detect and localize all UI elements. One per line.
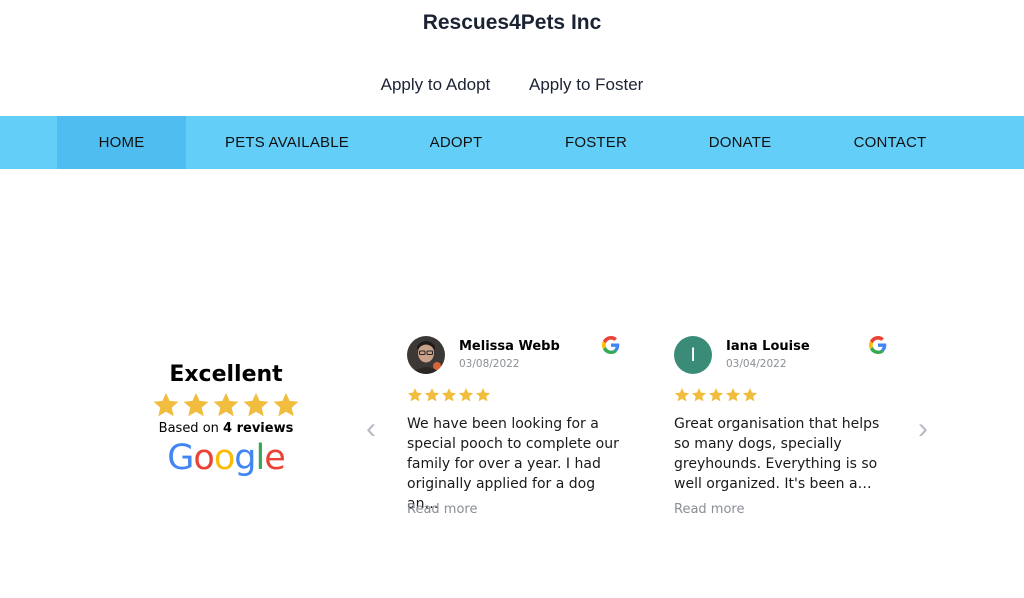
star-icon	[725, 388, 741, 402]
carousel-prev-icon[interactable]: ‹	[361, 414, 381, 444]
read-more-link[interactable]: Read more	[674, 502, 744, 517]
star-icon	[407, 388, 423, 402]
star-icon	[273, 392, 299, 417]
nav-home[interactable]: HOME	[57, 116, 186, 169]
review-date: 03/04/2022	[726, 358, 787, 370]
star-icon	[742, 388, 758, 402]
review-text: Great organisation that helps so many do…	[674, 416, 880, 492]
review-stars	[407, 387, 491, 403]
google-g-icon	[602, 336, 620, 354]
nav-contact[interactable]: CONTACT	[836, 116, 944, 169]
review-text: We have been looking for a special pooch…	[407, 416, 619, 512]
star-icon	[183, 392, 209, 417]
avatar	[407, 336, 445, 374]
star-icon	[243, 392, 269, 417]
based-on-text: Based on 4 reviews	[158, 421, 294, 436]
google-g-icon	[869, 336, 887, 354]
carousel-next-icon[interactable]: ›	[913, 414, 933, 444]
star-icon	[708, 388, 724, 402]
star-icon	[674, 388, 690, 402]
star-icon	[458, 388, 474, 402]
review-card: I Iana Louise 03/04/2022 Great organisat…	[674, 334, 894, 524]
review-stars	[674, 387, 758, 403]
apply-to-adopt-link[interactable]: Apply to Adopt	[381, 75, 491, 94]
star-icon	[441, 388, 457, 402]
reviewer-name: Melissa Webb	[459, 339, 560, 354]
nav-pets-available[interactable]: PETS AVAILABLE	[209, 116, 365, 169]
star-icon	[475, 388, 491, 402]
reviews-summary: Excellent Based on 4 reviews Google	[140, 362, 312, 478]
review-date: 03/08/2022	[459, 358, 520, 370]
nav-donate[interactable]: DONATE	[690, 116, 790, 169]
summary-stars	[140, 391, 312, 419]
avatar: I	[674, 336, 712, 374]
nav-adopt[interactable]: ADOPT	[411, 116, 501, 169]
review-count: 4 reviews	[223, 421, 294, 436]
star-icon	[691, 388, 707, 402]
nav-foster[interactable]: FOSTER	[551, 116, 641, 169]
apply-links: Apply to Adopt Apply to Foster	[0, 75, 1024, 95]
review-card: Melissa Webb 03/08/2022 We have been loo…	[407, 334, 627, 524]
star-icon	[213, 392, 239, 417]
reviewer-name: Iana Louise	[726, 339, 810, 354]
main-nav: HOME PETS AVAILABLE ADOPT FOSTER DONATE …	[0, 116, 1024, 169]
star-icon	[424, 388, 440, 402]
apply-to-foster-link[interactable]: Apply to Foster	[529, 75, 643, 94]
google-logo: Google	[167, 438, 285, 478]
read-more-link[interactable]: Read more	[407, 502, 477, 517]
star-icon	[153, 392, 179, 417]
rating-label: Excellent	[169, 362, 283, 387]
site-title: Rescues4Pets Inc	[422, 11, 602, 34]
